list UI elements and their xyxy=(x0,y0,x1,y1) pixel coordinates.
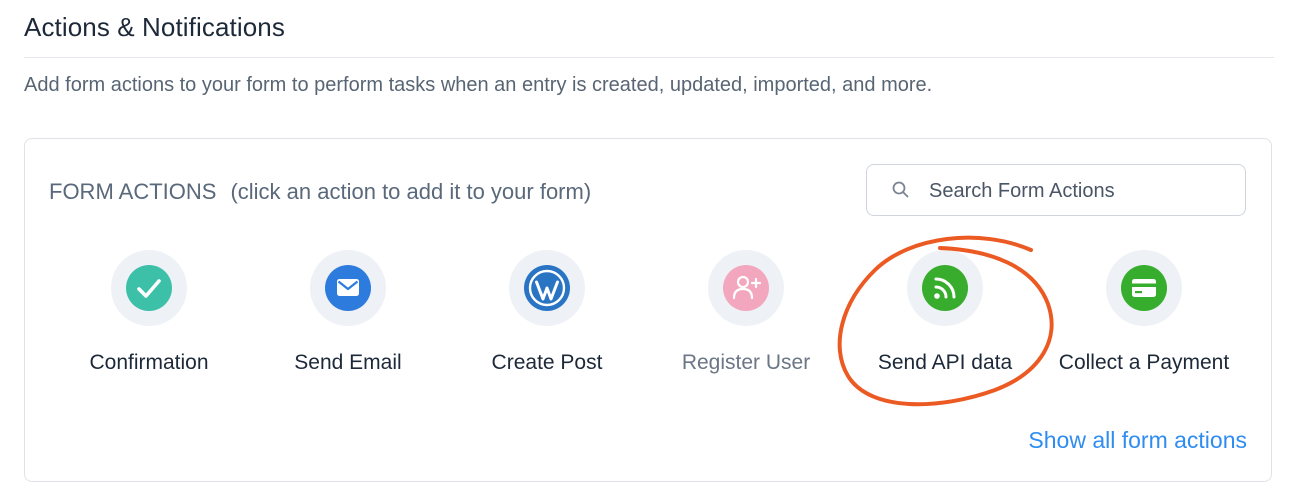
action-confirmation[interactable]: Confirmation xyxy=(49,250,249,386)
action-icon-background xyxy=(708,250,784,326)
action-label: Send Email xyxy=(294,351,402,374)
checkmark-icon xyxy=(126,265,172,311)
action-icon-background xyxy=(310,250,386,326)
action-label: Create Post xyxy=(491,351,603,374)
form-actions-hint: (click an action to add it to your form) xyxy=(230,179,592,204)
action-register-user[interactable]: Register User xyxy=(646,250,846,386)
action-label: Confirmation xyxy=(89,351,209,374)
action-label: Register User xyxy=(681,351,811,374)
action-send-email[interactable]: Send Email xyxy=(248,250,448,386)
action-label: Collect a Payment xyxy=(1058,351,1230,374)
title-divider xyxy=(24,57,1274,58)
section-title: Actions & Notifications xyxy=(24,12,285,42)
action-icon-background xyxy=(1106,250,1182,326)
add-user-icon xyxy=(723,265,769,311)
show-all-form-actions-link[interactable]: Show all form actions xyxy=(1028,427,1247,454)
search-input[interactable] xyxy=(927,177,1231,205)
action-icon-background xyxy=(111,250,187,326)
rss-icon xyxy=(922,265,968,311)
wordpress-icon xyxy=(524,265,570,311)
form-actions-heading: FORM ACTIONS (click an action to add it t… xyxy=(49,179,591,205)
action-icon-background xyxy=(509,250,585,326)
envelope-icon xyxy=(325,265,371,311)
action-collect-payment[interactable]: Collect a Payment xyxy=(1044,250,1244,386)
actions-notifications-page: Actions & Notifications Add form actions… xyxy=(0,0,1300,500)
action-icon-background xyxy=(907,250,983,326)
section-description: Add form actions to your form to perform… xyxy=(24,74,933,96)
credit-card-icon xyxy=(1121,265,1167,311)
search-form-actions[interactable] xyxy=(866,164,1246,216)
action-send-api-data[interactable]: Send API data xyxy=(845,250,1045,386)
search-icon xyxy=(892,181,909,198)
action-create-post[interactable]: Create Post xyxy=(447,250,647,386)
form-actions-panel: FORM ACTIONS (click an action to add it t… xyxy=(24,138,1272,482)
form-actions-title: FORM ACTIONS xyxy=(49,179,217,204)
action-label: Send API data xyxy=(877,351,1013,374)
